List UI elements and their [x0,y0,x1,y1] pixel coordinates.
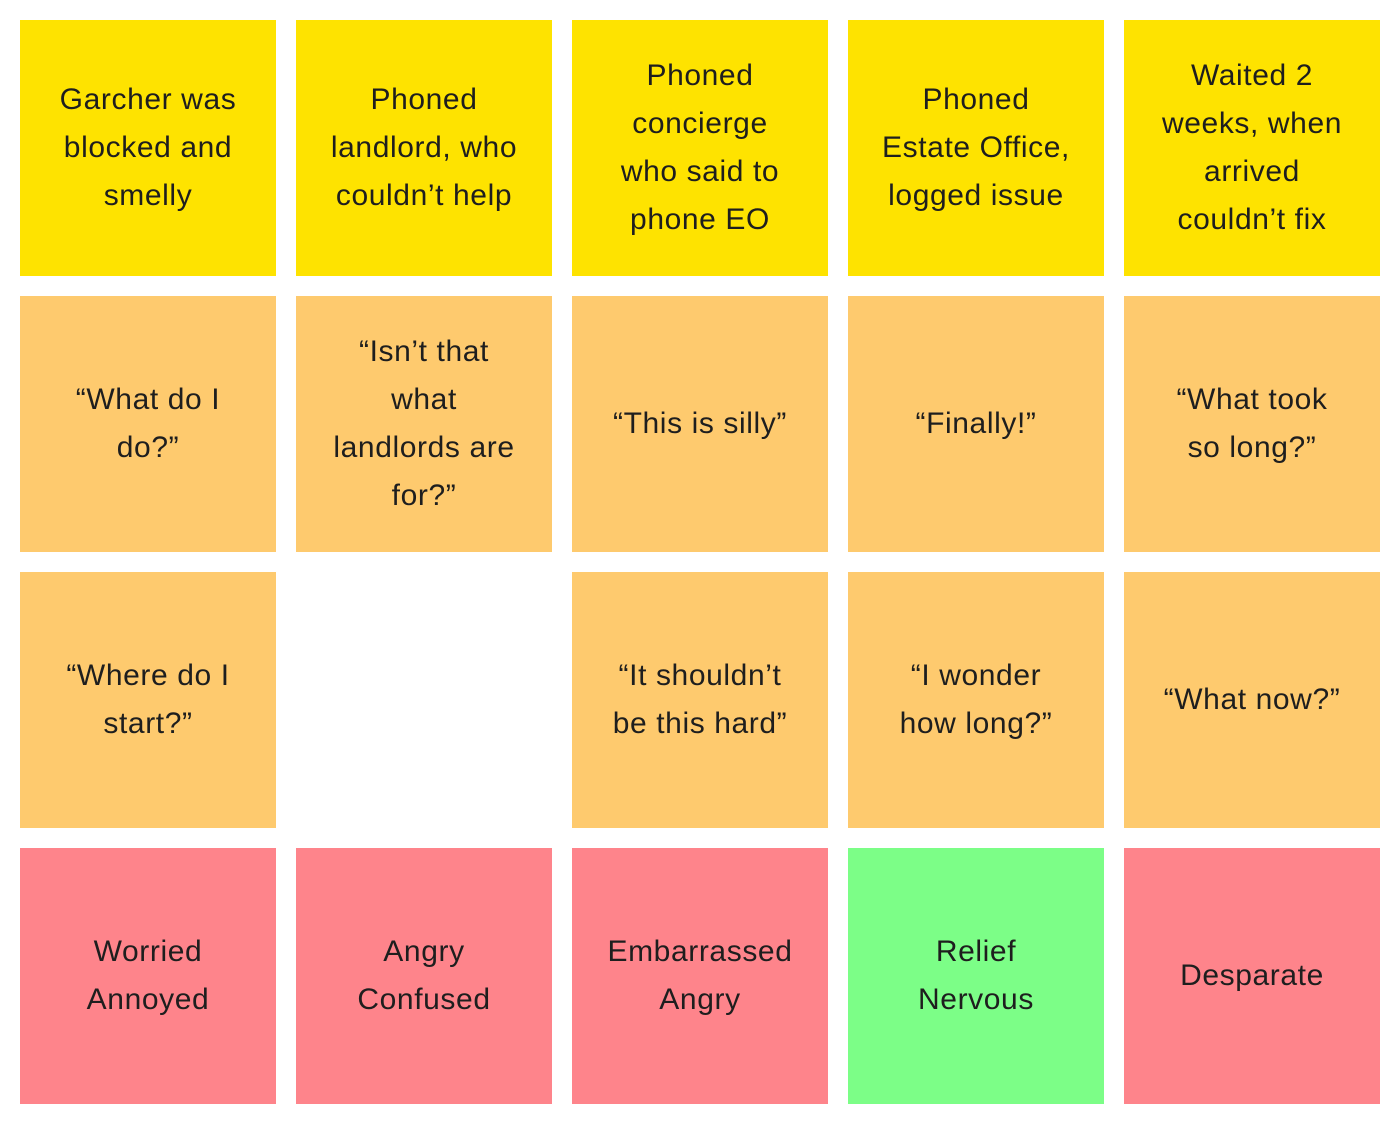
sticky-note-text: Worried Annoyed [86,935,210,1016]
sticky-note[interactable]: “What do I do?” [20,296,276,552]
sticky-note-text: Embarrassed Angry [607,935,793,1016]
sticky-note-board: Garcher was blocked and smelly Phoned la… [20,20,1380,1104]
sticky-note-text: Relief Nervous [918,935,1034,1016]
sticky-note-text: Desparate [1180,959,1324,992]
sticky-note[interactable]: Phoned Estate Office, logged issue [848,20,1104,276]
sticky-note-text: “This is silly” [613,407,787,440]
sticky-note[interactable]: Angry Confused [296,848,552,1104]
sticky-note[interactable]: “Isn’t that what landlords are for?” [296,296,552,552]
sticky-note[interactable]: Waited 2 weeks, when arrived couldn’t fi… [1124,20,1380,276]
empty-slot [296,572,552,828]
sticky-note-text: “What now?” [1163,683,1341,716]
sticky-note-text: Phoned Estate Office, logged issue [882,83,1070,212]
sticky-note-text: Waited 2 weeks, when arrived couldn’t fi… [1161,59,1343,236]
sticky-note-text: Phoned concierge who said to phone EO [620,59,780,236]
sticky-note[interactable]: Relief Nervous [848,848,1104,1104]
sticky-note[interactable]: “This is silly” [572,296,828,552]
sticky-note-text: “What took so long?” [1176,383,1328,464]
sticky-note[interactable]: “What took so long?” [1124,296,1380,552]
sticky-note[interactable]: Phoned landlord, who couldn’t help [296,20,552,276]
sticky-note-text: Angry Confused [357,935,491,1016]
sticky-note[interactable]: “I wonder how long?” [848,572,1104,828]
sticky-note[interactable]: “What now?” [1124,572,1380,828]
sticky-note-text: “Finally!” [915,407,1037,440]
sticky-note-text: “Isn’t that what landlords are for?” [333,335,515,512]
sticky-note[interactable]: Embarrassed Angry [572,848,828,1104]
sticky-note[interactable]: Garcher was blocked and smelly [20,20,276,276]
sticky-note-text: Phoned landlord, who couldn’t help [330,83,518,212]
sticky-note[interactable]: “Finally!” [848,296,1104,552]
sticky-note[interactable]: Worried Annoyed [20,848,276,1104]
sticky-note-text: “Where do I start?” [66,659,230,740]
sticky-note-text: “It shouldn’t be this hard” [612,659,788,740]
sticky-note[interactable]: “Where do I start?” [20,572,276,828]
sticky-note[interactable]: “It shouldn’t be this hard” [572,572,828,828]
sticky-note-text: “What do I do?” [75,383,221,464]
sticky-note-text: Garcher was blocked and smelly [59,83,237,212]
sticky-note[interactable]: Desparate [1124,848,1380,1104]
sticky-note-text: “I wonder how long?” [899,659,1053,740]
sticky-note[interactable]: Phoned concierge who said to phone EO [572,20,828,276]
